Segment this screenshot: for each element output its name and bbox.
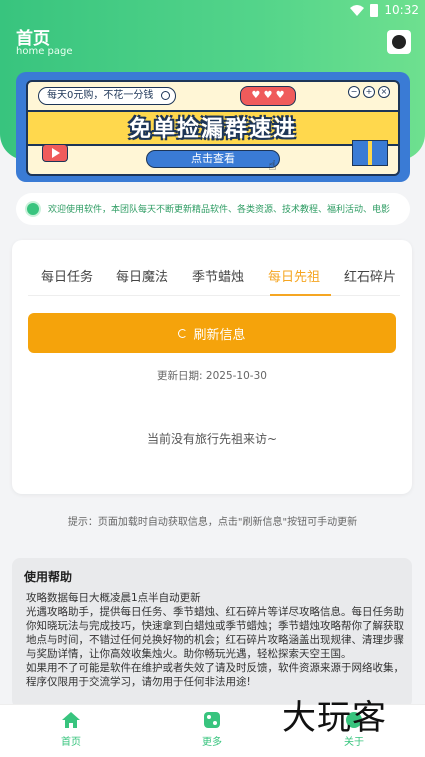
tab-season-candles[interactable]: 季节蜡烛 <box>192 266 244 285</box>
help-title: 使用帮助 <box>24 570 73 584</box>
main-card: 每日任务 每日魔法 季节蜡烛 每日先祖 红石碎片 刷新信息 更新日期: 2025… <box>12 240 412 494</box>
window-controls: − + × <box>348 86 390 98</box>
tab-daily-ancestor[interactable]: 每日先祖 <box>268 266 320 285</box>
status-time: 10:32 <box>384 3 419 17</box>
tab-red-shards[interactable]: 红石碎片 <box>344 266 396 285</box>
wifi-icon <box>350 4 365 16</box>
banner-headline: 免单捡漏群速进 <box>128 117 297 142</box>
nav-more[interactable]: 更多 <box>182 711 242 748</box>
banner-cta-button[interactable]: 点击查看 <box>146 150 280 168</box>
status-bar: 10:32 <box>0 0 425 20</box>
nav-home-label: 首页 <box>61 737 81 748</box>
refresh-icon <box>178 328 188 338</box>
banner-search-text: 每天0元购，不花一分钱 <box>47 90 154 101</box>
minimize-icon: − <box>348 86 360 98</box>
heart-bubble: ♥ ♥ ♥ <box>240 86 296 106</box>
tab-daily-tasks[interactable]: 每日任务 <box>41 266 93 285</box>
refresh-button[interactable]: 刷新信息 <box>28 313 396 353</box>
active-tab-indicator <box>270 294 331 296</box>
promo-banner[interactable]: 每天0元购，不花一分钱 ♥ ♥ ♥ − + × 免单捡漏群速进 点击查看 ☝ <box>16 72 410 182</box>
empty-message: 当前没有旅行先祖来访~ <box>146 432 278 446</box>
notice-icon <box>25 201 41 217</box>
help-line: 光遇攻略助手，提供每日任务、季节蜡烛、红石碎片等详尽攻略信息。每日任务助你知晓玩… <box>26 606 404 660</box>
help-body: 攻略数据每日大概凌晨1点半自动更新 光遇攻略助手，提供每日任务、季节蜡烛、红石碎… <box>26 591 404 689</box>
help-line: 如果用不了可能是软件在维护或者失效了请及时反馈，软件资源来源于网络收集，程序仅限… <box>26 662 404 688</box>
nav-more-label: 更多 <box>202 737 222 748</box>
notice-bar[interactable]: 欢迎使用软件，本团队每天不断更新精品软件、各类资源、技术教程、福利活动、电影 <box>16 193 410 225</box>
update-date: 更新日期: 2025-10-30 <box>157 370 267 382</box>
pointer-hand-icon: ☝ <box>268 158 277 174</box>
home-icon <box>62 712 80 728</box>
banner-frame: 每天0元购，不花一分钱 ♥ ♥ ♥ − + × 免单捡漏群速进 点击查看 ☝ <box>26 80 400 176</box>
banner-search-pill: 每天0元购，不花一分钱 <box>38 87 177 105</box>
apps-icon <box>204 712 220 728</box>
play-icon <box>42 144 68 162</box>
refresh-label: 刷新信息 <box>193 327 246 343</box>
gift-icon <box>352 140 388 166</box>
help-section: 使用帮助 攻略数据每日大概凌晨1点半自动更新 光遇攻略助手，提供每日任务、季节蜡… <box>12 558 412 708</box>
nav-home[interactable]: 首页 <box>41 711 101 748</box>
tab-daily-magic[interactable]: 每日魔法 <box>116 266 168 285</box>
tip-text: 提示：页面加载时自动获取信息，点击"刷新信息"按钮可手动更新 <box>67 517 358 528</box>
battery-icon <box>370 3 379 17</box>
app-logo[interactable] <box>387 30 411 54</box>
search-icon <box>161 91 171 100</box>
tab-bar: 每日任务 每日魔法 季节蜡烛 每日先祖 红石碎片 <box>28 258 400 296</box>
page-subtitle: home page <box>16 46 73 57</box>
watermark: 大玩客 <box>282 698 387 738</box>
help-line: 攻略数据每日大概凌晨1点半自动更新 <box>26 592 201 604</box>
notice-text: 欢迎使用软件，本团队每天不断更新精品软件、各类资源、技术教程、福利活动、电影 <box>48 205 391 215</box>
avatar-icon <box>392 35 406 49</box>
close-icon: × <box>378 86 390 98</box>
maximize-icon: + <box>363 86 375 98</box>
